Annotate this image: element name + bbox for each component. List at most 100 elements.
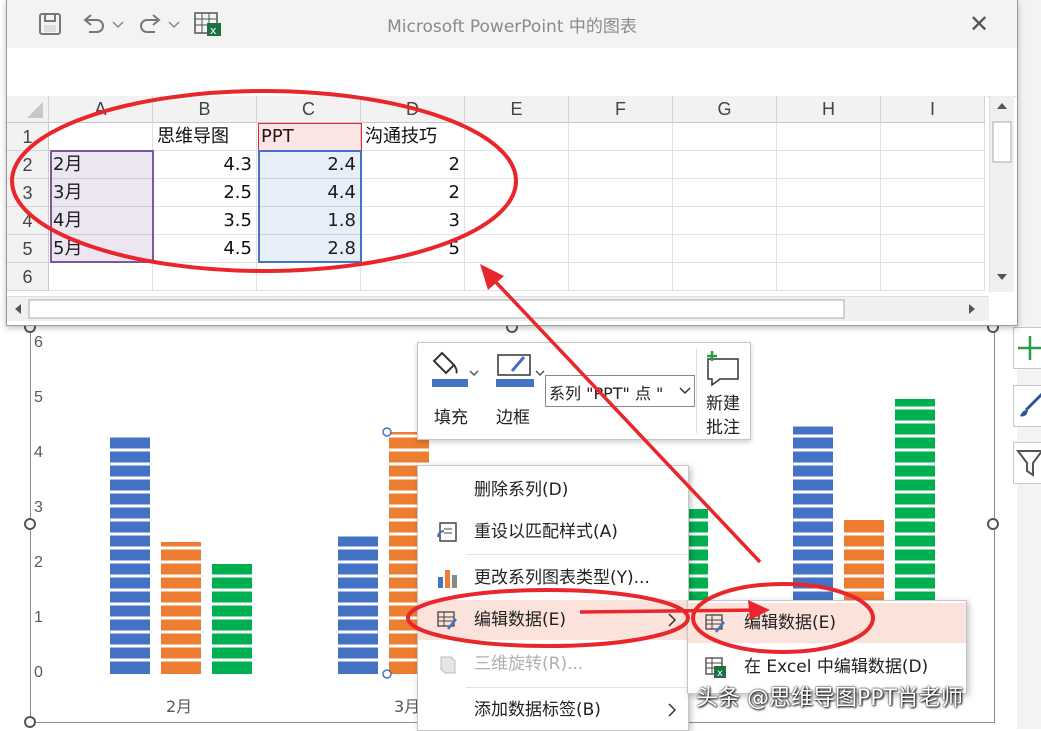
cell-g3[interactable]	[673, 179, 777, 207]
menu-item-label: 添加数据标签(B)	[474, 700, 601, 720]
cell-g4[interactable]	[673, 207, 777, 235]
scroll-down-icon[interactable]	[997, 274, 1007, 280]
cell-g5[interactable]	[673, 235, 777, 263]
cell-d4[interactable]: 3	[361, 207, 465, 235]
cell-i5[interactable]	[881, 235, 985, 263]
cell-i6[interactable]	[881, 263, 985, 291]
row-header-3[interactable]: 3	[7, 179, 49, 207]
cell-b2[interactable]: 4.3	[153, 151, 257, 179]
svg-text:x: x	[717, 668, 723, 678]
column-header-d[interactable]: D	[361, 96, 465, 123]
column-header-h[interactable]: H	[777, 96, 881, 123]
cell-b5[interactable]: 4.5	[153, 235, 257, 263]
close-icon[interactable]: ✕	[962, 8, 996, 40]
submenu-item-label: 编辑数据(E)	[744, 613, 837, 633]
chart-handle-left-bottom[interactable]	[24, 716, 36, 728]
cell-a1[interactable]	[49, 123, 153, 151]
column-header-i[interactable]: I	[881, 96, 985, 123]
chart-filters-button[interactable]	[1013, 442, 1041, 484]
brush-icon	[1020, 392, 1041, 417]
cell-i3[interactable]	[881, 179, 985, 207]
chevron-down-icon	[679, 387, 691, 395]
menu-separator	[466, 554, 688, 555]
menu-item-delete-series[interactable]: 删除系列(D)	[418, 470, 688, 510]
menu-item-label: 重设以匹配样式(A)	[474, 522, 618, 542]
column-header-g[interactable]: G	[673, 96, 777, 123]
cell-h2[interactable]	[777, 151, 881, 179]
column-header-f[interactable]: F	[569, 96, 673, 123]
cell-f3[interactable]	[569, 179, 673, 207]
y-tick-label: 0	[34, 664, 43, 681]
column-header-e[interactable]: E	[465, 96, 569, 123]
edit-data-icon	[705, 614, 725, 633]
cell-b6[interactable]	[153, 263, 257, 291]
cell-f2[interactable]	[569, 151, 673, 179]
cell-e2[interactable]	[465, 151, 569, 179]
cell-g1[interactable]	[673, 123, 777, 151]
cell-e4[interactable]	[465, 207, 569, 235]
scroll-up-icon[interactable]	[997, 103, 1007, 109]
cell-d5[interactable]: 5	[361, 235, 465, 263]
row-header-5[interactable]: 5	[7, 235, 49, 263]
cell-h3[interactable]	[777, 179, 881, 207]
cell-f4[interactable]	[569, 207, 673, 235]
pencil-border-icon	[496, 354, 545, 387]
cell-f1[interactable]	[569, 123, 673, 151]
x-axis-label-feb: 2月	[166, 697, 193, 716]
chart-elements-button[interactable]	[1013, 327, 1041, 369]
submenu-item-edit-data[interactable]: 编辑数据(E)	[688, 603, 966, 643]
series-select[interactable]: 系列 "PPT" 点 "	[545, 375, 695, 407]
cell-b4[interactable]: 3.5	[153, 207, 257, 235]
cell-e6[interactable]	[465, 263, 569, 291]
cell-g6[interactable]	[673, 263, 777, 291]
cell-e3[interactable]	[465, 179, 569, 207]
cell-h4[interactable]	[777, 207, 881, 235]
border-label: 边框	[496, 408, 530, 428]
spreadsheet-grid[interactable]: ABCDEFGHI 123456 思维导图 PPT 沟通技巧 2月 4.3 2.4 2 3月 2…	[7, 96, 987, 292]
cell-d1[interactable]: 沟通技巧	[361, 123, 465, 151]
row-header-4[interactable]: 4	[7, 207, 49, 235]
vertical-scrollbar[interactable]	[989, 96, 1014, 292]
cell-d6[interactable]	[361, 263, 465, 291]
border-button[interactable]: 边框	[492, 349, 552, 433]
menu-item-reset-style[interactable]: 重设以匹配样式(A)	[418, 512, 688, 552]
cell-c6[interactable]	[257, 263, 361, 291]
menu-item-change-chart-type[interactable]: 更改系列图表类型(Y)...	[418, 558, 688, 598]
cell-f5[interactable]	[569, 235, 673, 263]
cell-e5[interactable]	[465, 235, 569, 263]
cell-b3[interactable]: 2.5	[153, 179, 257, 207]
row-header-2[interactable]: 2	[7, 151, 49, 179]
fill-button[interactable]: 填充	[428, 349, 484, 433]
column-header-a[interactable]: A	[49, 96, 153, 123]
column-header-b[interactable]: B	[153, 96, 257, 123]
cell-d2[interactable]: 2	[361, 151, 465, 179]
row-header-6[interactable]: 6	[7, 263, 49, 291]
scroll-left-icon[interactable]	[15, 304, 21, 314]
cell-i1[interactable]	[881, 123, 985, 151]
select-all-corner[interactable]	[7, 96, 49, 123]
cell-f6[interactable]	[569, 263, 673, 291]
cell-h5[interactable]	[777, 235, 881, 263]
column-header-c[interactable]: C	[257, 96, 361, 123]
cell-i4[interactable]	[881, 207, 985, 235]
cell-h6[interactable]	[777, 263, 881, 291]
cell-i2[interactable]	[881, 151, 985, 179]
cell-e1[interactable]	[465, 123, 569, 151]
format-mini-toolbar: 填充 边框 系列 "PPT" 点 " 新建 批注	[417, 342, 751, 440]
horizontal-scrollbar[interactable]	[7, 296, 989, 321]
formula-bar-area	[7, 48, 1017, 97]
cell-b1[interactable]: 思维导图	[153, 123, 257, 151]
row-header-1[interactable]: 1	[7, 123, 49, 151]
chart-handle-left-mid[interactable]	[24, 518, 36, 530]
chart-handle-right-mid[interactable]	[987, 518, 999, 530]
chart-styles-button[interactable]	[1013, 385, 1041, 427]
cell-d3[interactable]: 2	[361, 179, 465, 207]
y-tick-label: 5	[34, 389, 43, 406]
scroll-right-icon[interactable]	[969, 304, 975, 314]
cell-g2[interactable]	[673, 151, 777, 179]
menu-item-add-data-labels[interactable]: 添加数据标签(B)	[418, 690, 688, 730]
new-comment-button[interactable]: 新建 批注	[700, 347, 746, 438]
menu-item-edit-data[interactable]: 编辑数据(E)	[418, 600, 688, 640]
cell-a6[interactable]	[49, 263, 153, 291]
cell-h1[interactable]	[777, 123, 881, 151]
